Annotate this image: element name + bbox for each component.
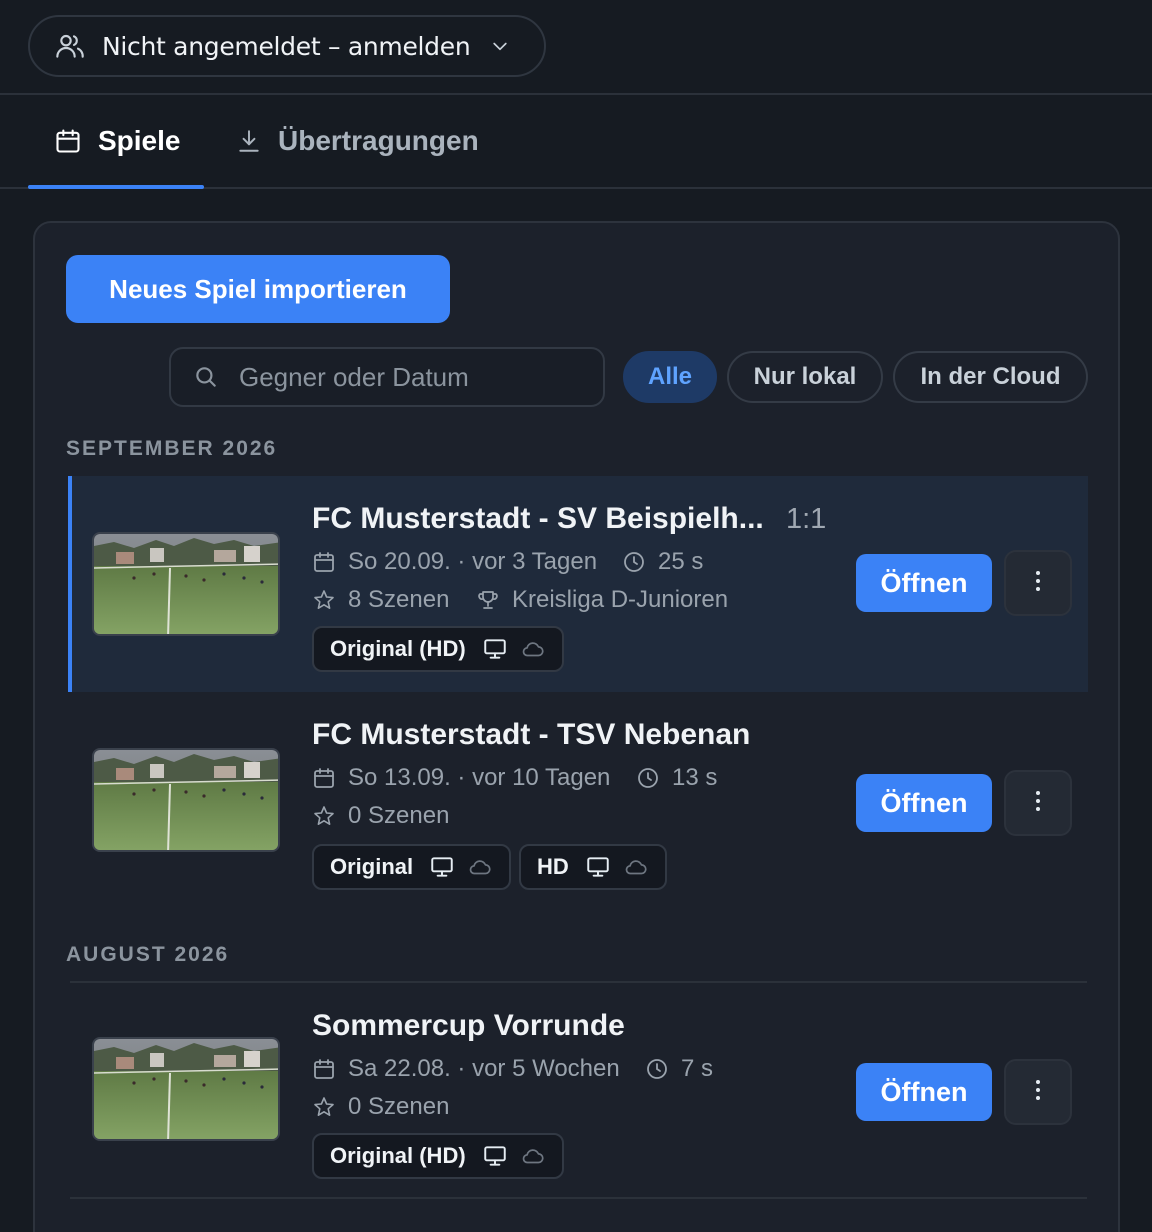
monitor-icon — [482, 636, 508, 662]
game-date: Sa 22.08. · vor 5 Wochen — [312, 1055, 620, 1083]
game-league: Kreisliga D-Junioren — [476, 586, 728, 614]
kebab-menu-icon — [1035, 790, 1041, 817]
star-icon — [312, 1095, 336, 1119]
version-badge[interactable]: Original (HD) — [312, 1133, 564, 1179]
game-duration-text: 25 s — [658, 548, 704, 575]
more-options-button[interactable] — [1004, 1059, 1072, 1125]
monitor-icon — [429, 854, 455, 880]
game-title: Sommercup Vorrunde — [312, 1009, 625, 1042]
calendar-icon — [312, 1057, 336, 1081]
tab-uebertragungen-label: Übertragungen — [278, 125, 479, 156]
clock-icon — [636, 766, 660, 790]
cloud-icon — [520, 1143, 546, 1169]
tab-bar: Spiele Übertragungen — [0, 95, 1152, 189]
more-options-button[interactable] — [1004, 550, 1072, 616]
game-row[interactable]: FC Musterstadt - SV Beispielh... 1:1 So … — [68, 476, 1088, 692]
games-panel: Neues Spiel importieren Gegner oder Datu… — [33, 221, 1120, 1232]
month-header-september: SEPTEMBER 2026 — [66, 437, 278, 460]
tab-uebertragungen[interactable]: Übertragungen — [236, 95, 479, 187]
game-thumbnail — [92, 748, 280, 852]
version-badge[interactable]: Original — [312, 844, 512, 890]
version-badge[interactable]: HD — [519, 844, 667, 890]
game-title: FC Musterstadt - TSV Nebenan — [312, 718, 751, 751]
search-placeholder: Gegner oder Datum — [239, 361, 469, 392]
game-scenes-text: 8 Szenen — [348, 586, 450, 613]
divider — [70, 1197, 1087, 1199]
month-header-august: AUGUST 2026 — [66, 943, 230, 966]
cloud-icon — [467, 854, 493, 880]
game-scenes-text: 0 Szenen — [348, 802, 450, 829]
login-button[interactable]: Nicht angemeldet – anmelden — [28, 15, 546, 77]
version-badge[interactable]: Original (HD) — [312, 626, 564, 672]
game-scenes-text: 0 Szenen — [348, 1093, 450, 1120]
game-row[interactable]: FC Musterstadt - TSV Nebenan So 13.09. ·… — [68, 692, 1088, 912]
game-league-text: Kreisliga D-Junioren — [512, 586, 729, 613]
login-label: Nicht angemeldet – anmelden — [102, 31, 471, 61]
search-icon — [193, 364, 219, 390]
game-date: So 20.09. · vor 3 Tagen — [312, 548, 597, 576]
game-date-text: So 20.09. · vor 3 Tagen — [348, 548, 598, 575]
star-icon — [312, 588, 336, 612]
more-options-button[interactable] — [1004, 770, 1072, 836]
game-date-text: So 13.09. · vor 10 Tagen — [348, 764, 611, 791]
import-game-button[interactable]: Neues Spiel importieren — [66, 255, 450, 323]
filter-nur-lokal[interactable]: Nur lokal — [727, 351, 883, 403]
game-row[interactable]: Sommercup Vorrunde Sa 22.08. · vor 5 Woc… — [68, 983, 1088, 1197]
users-icon — [54, 29, 88, 63]
game-scenes: 8 Szenen — [312, 586, 449, 614]
cloud-icon — [520, 636, 546, 662]
game-score: 1:1 — [786, 503, 827, 535]
star-icon — [312, 804, 336, 828]
game-scenes: 0 Szenen — [312, 1093, 449, 1121]
game-date-text: Sa 22.08. · vor 5 Wochen — [348, 1055, 620, 1082]
monitor-icon — [585, 854, 611, 880]
game-duration: 7 s — [645, 1055, 713, 1083]
open-button[interactable]: Öffnen — [856, 1063, 992, 1121]
cloud-icon — [623, 854, 649, 880]
open-button[interactable]: Öffnen — [856, 554, 992, 612]
open-button[interactable]: Öffnen — [856, 774, 992, 832]
calendar-icon — [54, 127, 82, 155]
version-label: Original (HD) — [330, 1143, 466, 1168]
game-duration: 25 s — [622, 548, 703, 576]
game-title: FC Musterstadt - SV Beispielh... — [312, 502, 764, 535]
monitor-icon — [482, 1143, 508, 1169]
filter-in-der-cloud[interactable]: In der Cloud — [893, 351, 1088, 403]
game-duration: 13 s — [636, 764, 717, 792]
search-field[interactable]: Gegner oder Datum — [169, 347, 605, 407]
game-date: So 13.09. · vor 10 Tagen — [312, 764, 610, 792]
tab-spiele[interactable]: Spiele — [28, 95, 204, 189]
game-thumbnail — [92, 532, 280, 636]
game-scenes: 0 Szenen — [312, 802, 449, 830]
game-duration-text: 7 s — [681, 1055, 714, 1082]
version-label: Original — [330, 854, 414, 879]
calendar-icon — [312, 766, 336, 790]
kebab-menu-icon — [1035, 1079, 1041, 1106]
version-label: HD — [537, 854, 569, 879]
kebab-menu-icon — [1035, 570, 1041, 597]
chevron-down-icon — [490, 36, 510, 56]
clock-icon — [645, 1057, 669, 1081]
download-icon — [236, 127, 262, 155]
top-bar: Nicht angemeldet – anmelden — [0, 0, 1152, 95]
game-thumbnail — [92, 1037, 280, 1141]
trophy-icon — [476, 588, 500, 612]
tab-spiele-label: Spiele — [98, 125, 181, 156]
calendar-icon — [312, 550, 336, 574]
filter-alle[interactable]: Alle — [623, 351, 717, 403]
clock-icon — [622, 550, 646, 574]
version-label: Original (HD) — [330, 636, 466, 661]
game-duration-text: 13 s — [672, 764, 718, 791]
